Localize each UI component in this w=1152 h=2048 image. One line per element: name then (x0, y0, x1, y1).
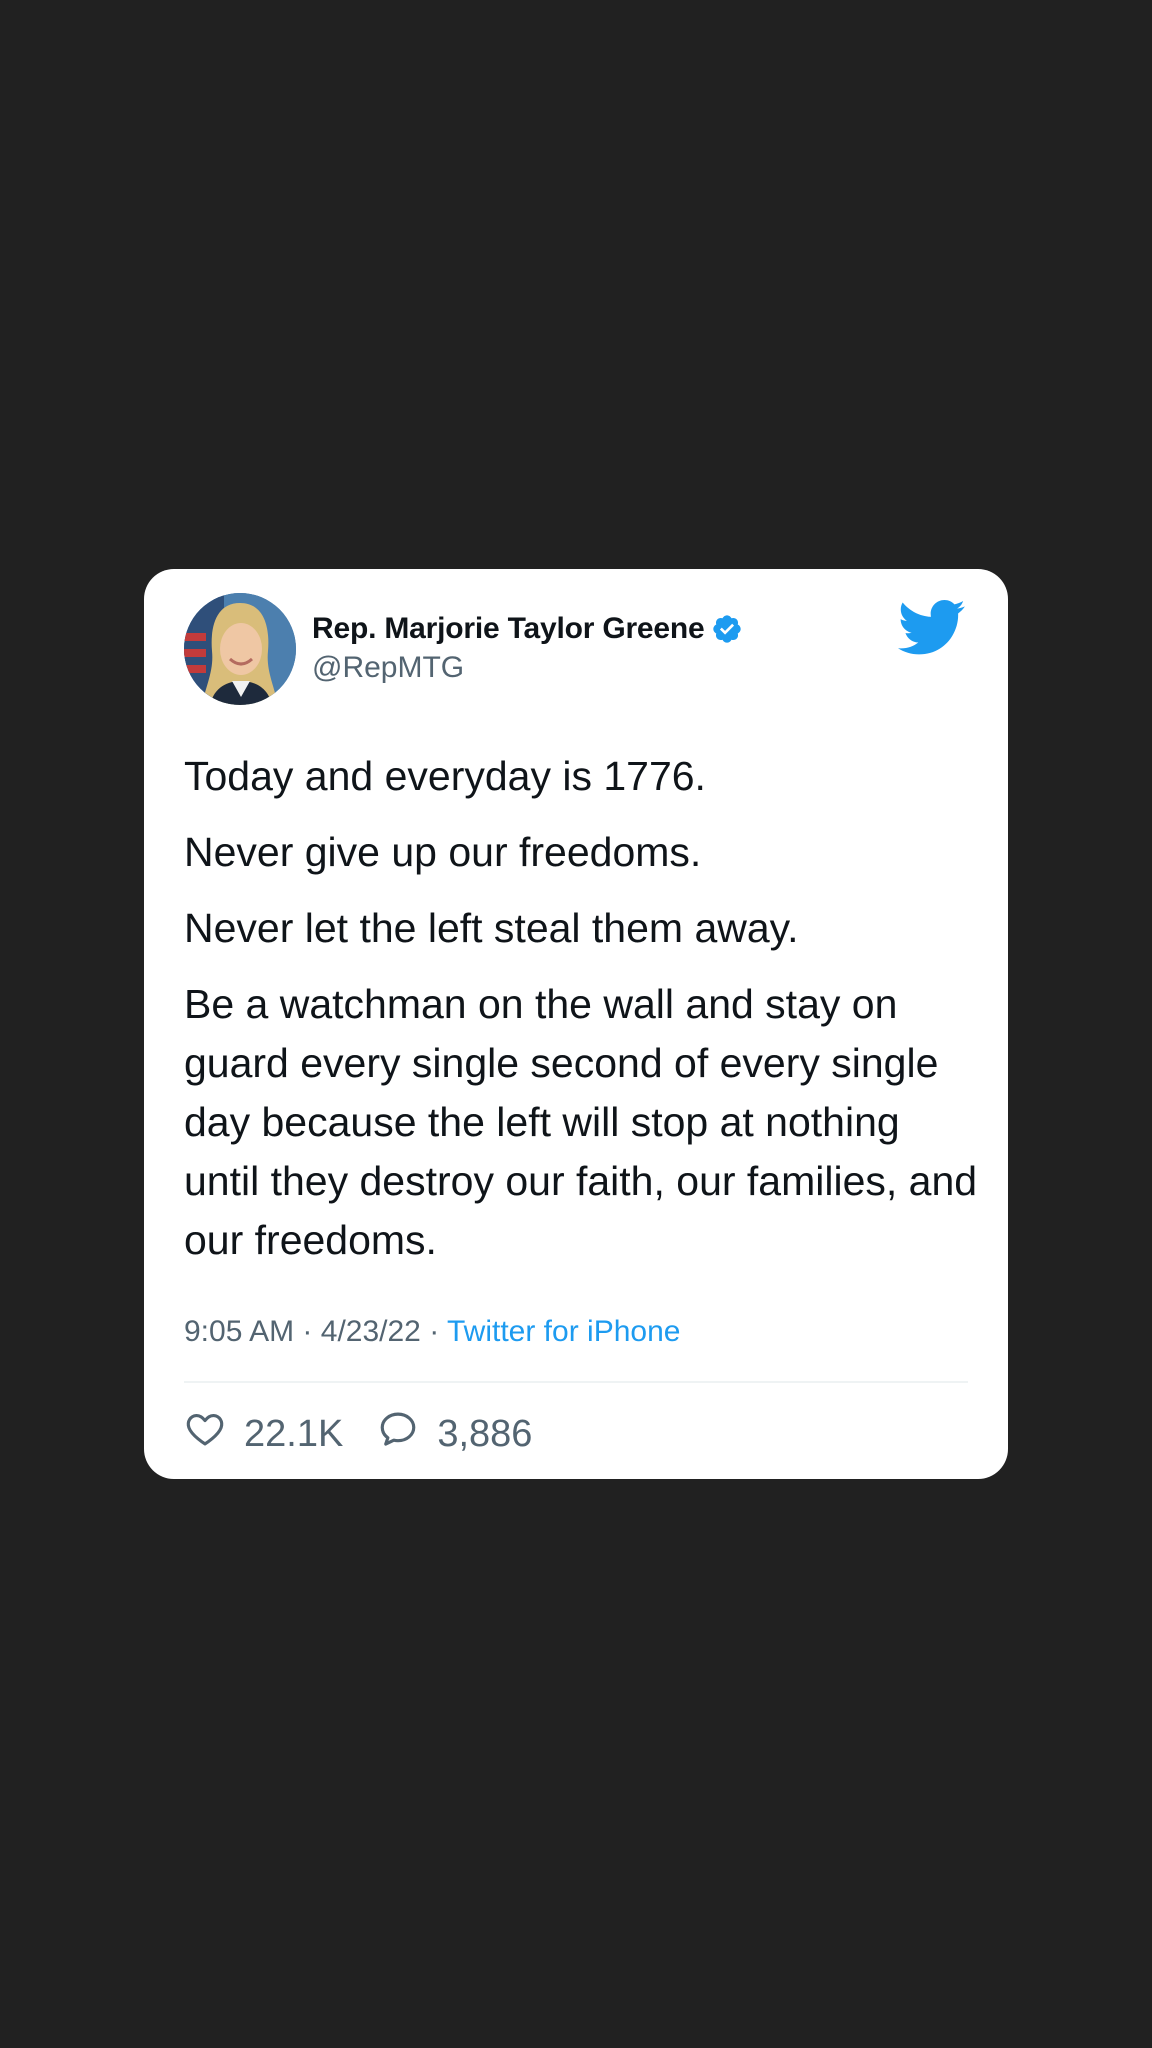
tweet-date[interactable]: 4/23/22 (321, 1315, 421, 1348)
tweet-paragraph: Be a watchman on the wall and stay on gu… (184, 981, 978, 1263)
twitter-bird-icon[interactable] (897, 599, 966, 657)
tweet-paragraph: Today and everyday is 1776. (184, 753, 706, 799)
tweet-meta: 9:05 AM · 4/23/22 · Twitter for iPhone (184, 1315, 680, 1349)
verified-badge-icon (711, 613, 743, 645)
user-handle[interactable]: @RepMTG (312, 651, 464, 685)
tweet-paragraph: Never give up our freedoms. (184, 829, 702, 875)
tweet-actions: 22.1K 3,886 (184, 1409, 532, 1459)
display-name[interactable]: Rep. Marjorie Taylor Greene (312, 612, 705, 646)
meta-separator: · (302, 1315, 313, 1348)
heart-icon (184, 1408, 226, 1460)
tweet-paragraph: Never let the left steal them away. (184, 905, 799, 951)
tweet-card: Rep. Marjorie Taylor Greene @RepMTG Toda… (144, 569, 1008, 1479)
tweet-source-link[interactable]: Twitter for iPhone (447, 1315, 680, 1348)
reply-button[interactable]: 3,886 (377, 1408, 532, 1460)
speech-bubble-icon (377, 1408, 419, 1460)
like-count: 22.1K (244, 1412, 344, 1455)
divider (184, 1381, 968, 1383)
avatar[interactable] (184, 593, 296, 705)
meta-separator: · (429, 1315, 440, 1348)
tweet-time[interactable]: 9:05 AM (184, 1315, 294, 1348)
avatar-image (184, 593, 296, 705)
display-name-row: Rep. Marjorie Taylor Greene (312, 609, 743, 649)
reply-count: 3,886 (437, 1412, 533, 1455)
tweet-text: Today and everyday is 1776. Never give u… (184, 747, 984, 1287)
like-button[interactable]: 22.1K (184, 1408, 343, 1460)
